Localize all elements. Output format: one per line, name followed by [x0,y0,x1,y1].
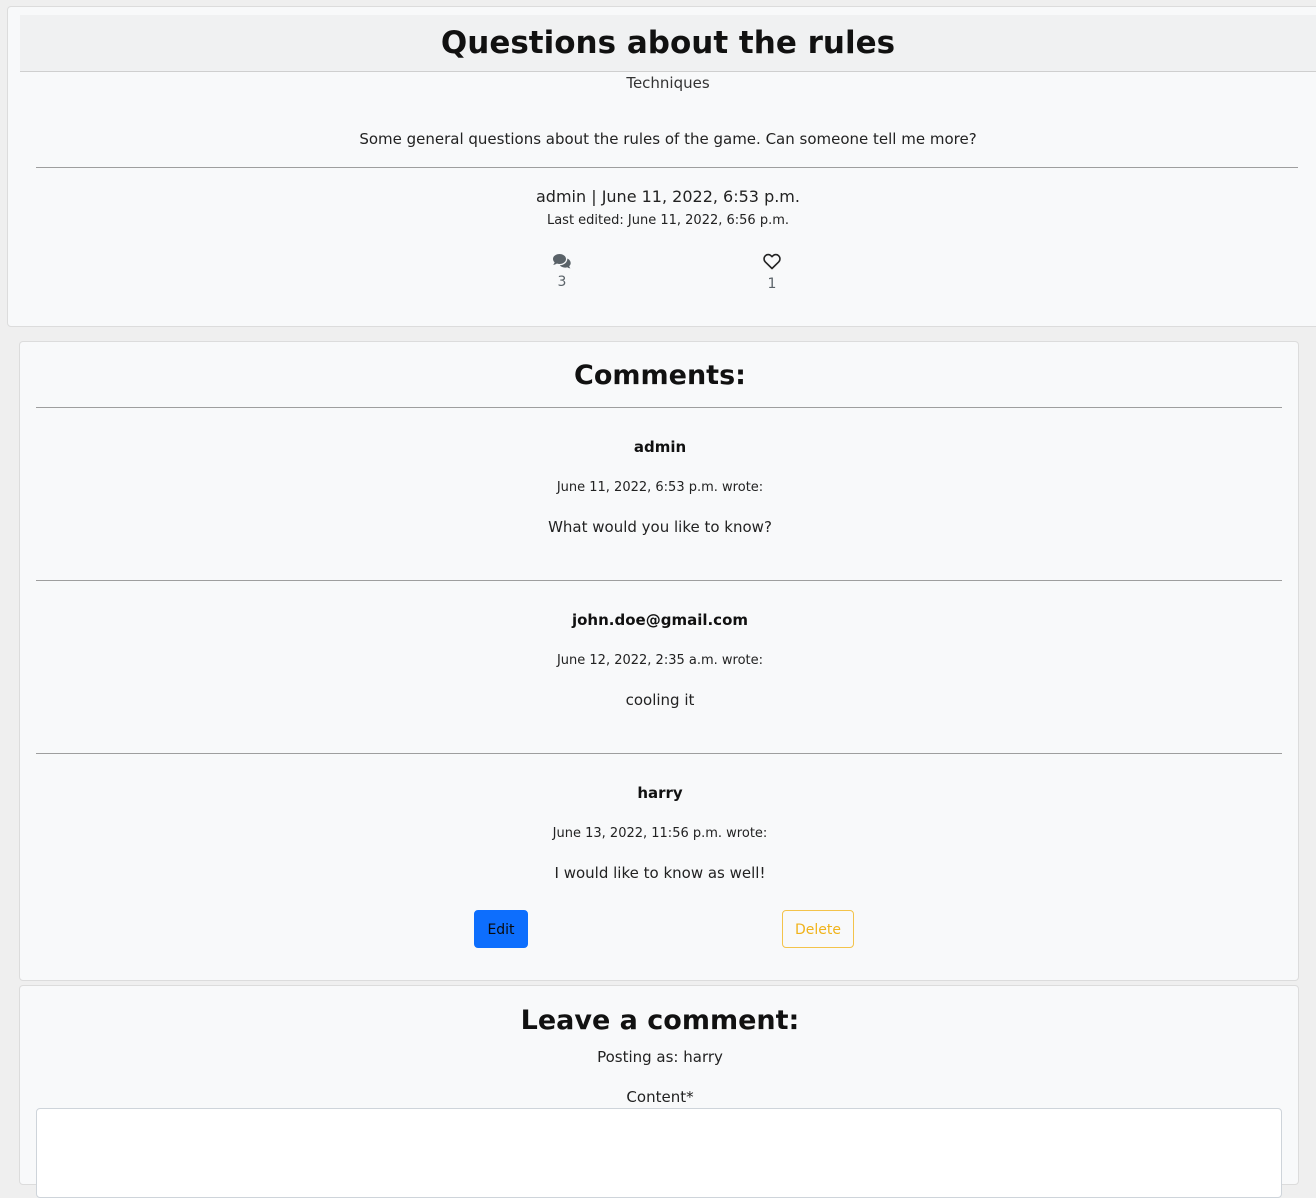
post-category: Techniques [626,74,710,92]
post-title: Questions about the rules [440,25,896,61]
comment-divider [36,753,1282,754]
leave-comment-card: Leave a comment: Posting as: harry Conte… [19,985,1299,1198]
comment-date: June 13, 2022, 11:56 p.m. wrote: [552,826,768,841]
post-card: Questions about the rules Techniques Som… [7,6,1316,327]
comments-heading: Comments: [574,360,746,391]
post-meta: admin | June 11, 2022, 6:53 p.m. [536,187,800,206]
content-textarea[interactable] [36,1108,1282,1198]
like-button[interactable]: 1 [752,253,792,292]
delete-comment-button[interactable]: Delete [782,910,854,948]
comment-text: I would like to know as well! [554,864,766,882]
leave-comment-heading: Leave a comment: [520,1005,800,1036]
content-label: Content* [626,1088,694,1106]
posting-as-text: Posting as: harry [597,1048,723,1066]
edit-comment-button[interactable]: Edit [474,910,528,948]
comments-card: Comments: admin June 11, 2022, 6:53 p.m.… [19,341,1299,981]
post-body: Some general questions about the rules o… [359,130,977,148]
comment-count: 3 [557,274,567,290]
comment-date: June 12, 2022, 2:35 a.m. wrote: [556,653,764,668]
comment-date: June 11, 2022, 6:53 p.m. wrote: [556,480,764,495]
comment-author: john.doe@gmail.com [571,611,748,629]
post-last-edited: Last edited: June 11, 2022, 6:56 p.m. [546,213,790,228]
comment-count-stat: 3 [542,253,582,290]
heart-outline-icon[interactable] [752,253,792,270]
comment-author: harry [637,784,683,802]
comment-text: What would you like to know? [548,518,772,536]
comments-icon [542,253,582,270]
comment-text: cooling it [625,691,695,709]
comments-divider [36,407,1282,408]
comment-divider [36,580,1282,581]
comment-author: admin [633,438,687,456]
post-divider [36,167,1298,168]
like-count: 1 [767,276,777,292]
